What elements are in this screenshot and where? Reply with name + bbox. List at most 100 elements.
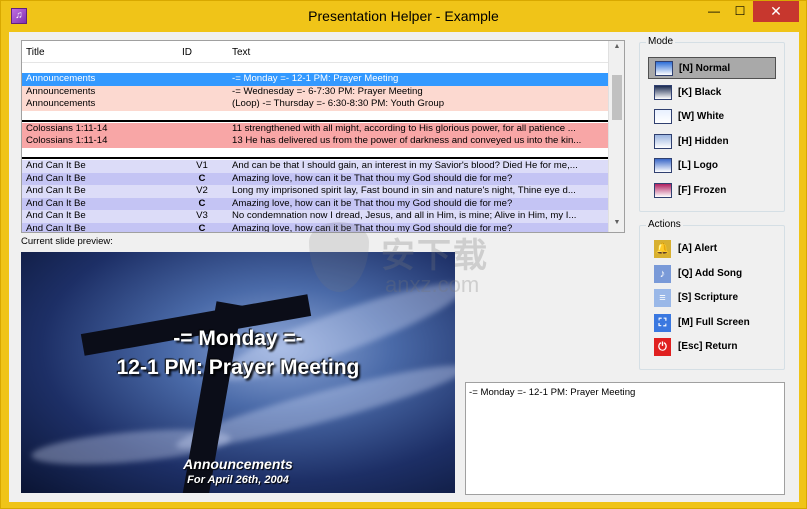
list-row[interactable]: Announcements -= Wednesday =- 6-7:30 PM: …: [22, 85, 610, 99]
list-row[interactable]: And Can It Be V2 Long my imprisoned spirit…: [22, 185, 610, 198]
mode-button-wwhite[interactable]: [W] White: [648, 106, 776, 128]
row-text: Amazing love, how can it be That thou my…: [232, 197, 513, 209]
monitor-frozen-icon: [654, 183, 672, 198]
row-text: Amazing love, how can it be That thou my…: [232, 172, 513, 184]
app-window: ♫ Presentation Helper - Example — ☐ ✕ Ti…: [0, 0, 807, 509]
action-button-label: [M] Full Screen: [678, 316, 750, 328]
add-song-icon: ♪: [654, 264, 671, 283]
list-scrollbar[interactable]: ▲ ▼: [608, 41, 624, 232]
row-text: 11 strengthened with all might, accordin…: [232, 122, 576, 134]
slide-list[interactable]: Title ID Text Announcements -= Monday =- …: [21, 40, 625, 233]
action-button-label: [Q] Add Song: [678, 267, 743, 279]
mode-button-ffrozen[interactable]: [F] Frozen: [648, 180, 776, 202]
minimize-button[interactable]: —: [701, 1, 727, 22]
list-row[interactable]: Announcements (Loop) -= Thursday =- 6:30-…: [22, 98, 610, 111]
list-row[interactable]: And Can It Be C Amazing love, how can it b…: [22, 197, 610, 211]
row-text: 13 He has delivered us from the power of…: [232, 135, 582, 147]
row-id: C: [198, 172, 206, 184]
return-icon: ⏻: [654, 338, 671, 357]
actions-group-title: Actions: [646, 219, 683, 230]
monitor-white-icon: [654, 109, 672, 125]
mode-button-label: [F] Frozen: [678, 185, 727, 196]
monitor-black-icon: [654, 84, 672, 100]
row-title: Colossians 1:11-14: [26, 135, 108, 147]
list-header: Title ID Text: [22, 41, 610, 63]
list-row[interactable]: And Can It Be V1 And can be that I should …: [22, 159, 610, 173]
full-screen-icon: ⛶: [654, 313, 671, 332]
mode-button-label: [N] Normal: [679, 63, 731, 74]
action-button-aalert[interactable]: 🔔 [A] Alert: [648, 238, 776, 260]
mode-button-label: [L] Logo: [678, 160, 718, 172]
group-separator: [22, 148, 610, 160]
row-id: V2: [196, 185, 208, 197]
list-row[interactable]: Colossians 1:11-14 13 He has delivered us…: [22, 135, 610, 148]
row-title: And Can It Be: [26, 210, 86, 222]
title-bar[interactable]: ♫ Presentation Helper - Example — ☐ ✕: [1, 1, 806, 31]
mode-button-hhidden[interactable]: [H] Hidden: [648, 131, 776, 153]
list-row[interactable]: Colossians 1:11-14 11 strengthened with a…: [22, 122, 610, 136]
preview-label: Current slide preview:: [21, 236, 113, 247]
scroll-thumb[interactable]: [612, 75, 622, 120]
slide-heading: -= Monday =-: [173, 327, 303, 350]
list-row[interactable]: And Can It Be C Amazing love, how can it b…: [22, 172, 610, 186]
row-id: V3: [196, 210, 208, 222]
list-row[interactable]: And Can It Be V3 No condemnation now I dre…: [22, 210, 610, 223]
row-title: And Can It Be: [26, 172, 86, 184]
column-header-id[interactable]: ID: [182, 47, 192, 58]
scripture-icon: ≡: [654, 289, 671, 308]
row-id: C: [198, 222, 206, 233]
scroll-up-icon[interactable]: ▲: [609, 43, 624, 50]
mode-button-label: [H] Hidden: [678, 135, 729, 147]
row-title: And Can It Be: [26, 197, 86, 209]
close-button[interactable]: ✕: [753, 1, 799, 22]
row-text: -= Monday =- 12-1 PM: Prayer Meeting: [232, 73, 399, 84]
scroll-down-icon[interactable]: ▼: [609, 219, 624, 226]
action-button-qaddsong[interactable]: ♪ [Q] Add Song: [648, 263, 776, 285]
mode-button-llogo[interactable]: [L] Logo: [648, 155, 776, 177]
monitor-hidden-icon: [654, 133, 672, 149]
row-text: No condemnation now I dread, Jesus, and …: [232, 210, 577, 222]
mode-group-title: Mode: [646, 36, 676, 47]
slide-subheading: 12-1 PM: Prayer Meeting: [116, 356, 360, 379]
monitor-normal-icon: [655, 61, 673, 76]
row-title: And Can It Be: [26, 185, 86, 197]
action-button-escreturn[interactable]: ⏻ [Esc] Return: [648, 336, 776, 358]
row-title: Announcements: [26, 98, 96, 110]
group-separator: [22, 111, 610, 123]
row-text: (Loop) -= Thursday =- 6:30-8:30 PM: Yout…: [232, 98, 445, 110]
list-row[interactable]: Announcements -= Monday =- 12-1 PM: Praye…: [22, 73, 610, 86]
row-title: Announcements: [26, 73, 96, 84]
mode-button-label: [W] White: [678, 111, 725, 123]
row-id: V1: [196, 159, 208, 171]
row-title: And Can It Be: [26, 159, 86, 171]
action-button-sscripture[interactable]: ≡ [S] Scripture: [648, 287, 776, 309]
monitor-logo-icon: [654, 158, 672, 174]
row-text: And can be that I should gain, an intere…: [232, 159, 578, 171]
row-id: C: [198, 197, 206, 209]
watermark-subtext: anxz.com: [385, 272, 480, 297]
row-text: Long my imprisoned spirit lay, Fast boun…: [232, 185, 576, 197]
action-button-label: [Esc] Return: [678, 341, 738, 353]
action-button-mfullscreen[interactable]: ⛶ [M] Full Screen: [648, 312, 776, 334]
actions-group: Actions 🔔 [A] Alert ♪ [Q] Add Song ≡ [S] Scri…: [639, 219, 785, 370]
mode-button-kblack[interactable]: [K] Black: [648, 82, 776, 104]
row-title: Announcements: [26, 85, 96, 97]
mode-button-nnormal[interactable]: [N] Normal: [648, 57, 776, 79]
window-title: Presentation Helper - Example: [308, 8, 499, 24]
maximize-button[interactable]: ☐: [727, 1, 753, 22]
slide-footer-title: Announcements: [183, 456, 293, 472]
client-area: Title ID Text Announcements -= Monday =- …: [9, 32, 799, 502]
action-button-label: [A] Alert: [678, 243, 718, 254]
slide-footer-date: For April 26th, 2004: [187, 474, 289, 486]
watermark-text: 安下载: [381, 237, 489, 275]
alert-bell-icon: 🔔: [654, 240, 671, 258]
current-text-box[interactable]: -= Monday =- 12-1 PM: Prayer Meeting: [465, 382, 785, 495]
mode-button-label: [K] Black: [678, 86, 722, 98]
row-text: -= Wednesday =- 6-7:30 PM: Prayer Meetin…: [232, 85, 423, 97]
row-title: And Can It Be: [26, 222, 86, 233]
list-rows: Announcements -= Monday =- 12-1 PM: Praye…: [22, 73, 610, 233]
column-header-text[interactable]: Text: [232, 47, 250, 58]
action-button-label: [S] Scripture: [678, 292, 739, 304]
mode-group: Mode [N] Normal [K] Black [W] White [H] Hid…: [639, 36, 785, 212]
column-header-title[interactable]: Title: [26, 47, 45, 58]
